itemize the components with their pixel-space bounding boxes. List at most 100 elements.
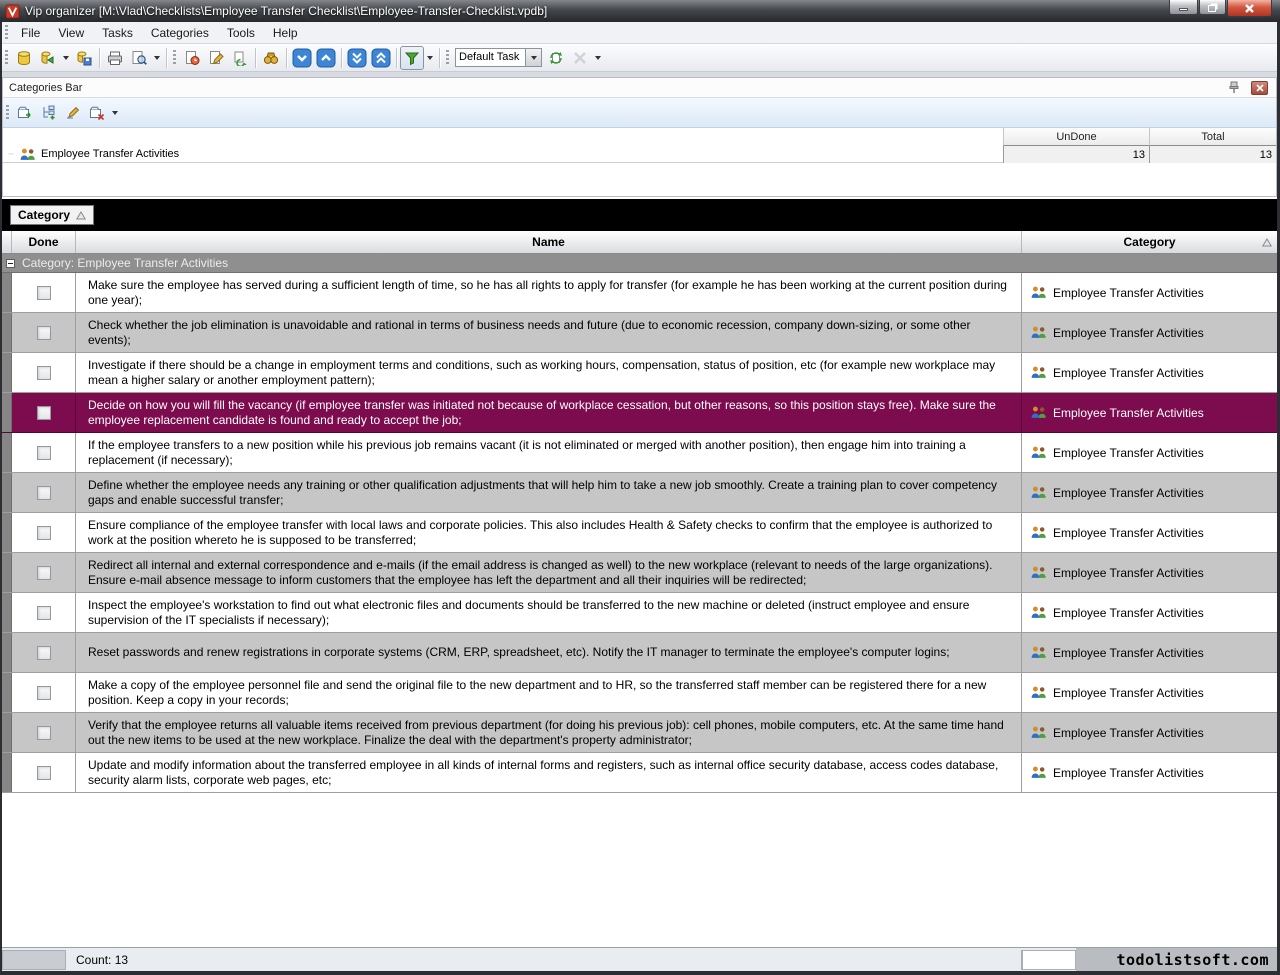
done-cell — [12, 513, 76, 552]
close-button[interactable] — [1227, 0, 1272, 17]
done-checkbox[interactable] — [37, 406, 51, 420]
done-checkbox[interactable] — [37, 526, 51, 540]
name-cell: Investigate if there should be a change … — [76, 353, 1022, 392]
done-cell — [12, 593, 76, 632]
task-row[interactable]: Verify that the employee returns all val… — [2, 713, 1277, 753]
tree-twig: ┈ — [3, 149, 19, 160]
task-row[interactable]: Inspect the employee's workstation to fi… — [2, 593, 1277, 633]
delete-task-button[interactable] — [568, 46, 592, 70]
apply-template-icon — [548, 50, 564, 66]
menu-file[interactable]: File — [12, 23, 49, 43]
category-group-row[interactable]: Category: Employee Transfer Activities — [2, 254, 1277, 273]
task-name: Make sure the employee has served during… — [88, 278, 1013, 308]
default-task-dropdown[interactable] — [525, 48, 542, 67]
toolbar-separator — [166, 48, 167, 68]
search-button[interactable] — [259, 46, 283, 70]
app-icon — [5, 4, 20, 19]
new-database-button[interactable] — [12, 46, 36, 70]
open-database-dropdown[interactable] — [63, 56, 69, 60]
done-checkbox[interactable] — [37, 726, 51, 740]
minimize-button[interactable] — [1169, 0, 1198, 15]
new-subcategory-icon — [41, 105, 57, 121]
task-row[interactable]: Redirect all internal and external corre… — [2, 553, 1277, 593]
done-checkbox[interactable] — [37, 446, 51, 460]
done-checkbox[interactable] — [37, 646, 51, 660]
undone-column-header[interactable]: UnDone — [1003, 128, 1149, 146]
task-row[interactable]: Make a copy of the employee personnel fi… — [2, 673, 1277, 713]
task-row[interactable]: If the employee transfers to a new posit… — [2, 433, 1277, 473]
move-to-top-button[interactable] — [369, 46, 393, 70]
task-row[interactable]: Reset passwords and renew registrations … — [2, 633, 1277, 673]
open-database-button[interactable] — [36, 46, 60, 70]
close-icon — [1244, 3, 1255, 14]
collapse-minus-icon[interactable] — [6, 259, 15, 268]
sort-ascending-icon — [76, 211, 86, 220]
edit-task-button[interactable] — [204, 46, 228, 70]
done-checkbox[interactable] — [37, 326, 51, 340]
task-name: Make a copy of the employee personnel fi… — [88, 678, 1013, 708]
print-preview-button[interactable] — [127, 46, 151, 70]
menu-help[interactable]: Help — [264, 23, 307, 43]
done-checkbox[interactable] — [37, 366, 51, 380]
task-name: Ensure compliance of the employee transf… — [88, 518, 1013, 548]
task-category-label: Employee Transfer Activities — [1053, 766, 1204, 780]
default-task-value[interactable]: Default Task — [455, 48, 525, 67]
name-cell: Make sure the employee has served during… — [76, 273, 1022, 312]
menu-tasks[interactable]: Tasks — [93, 23, 142, 43]
move-to-bottom-button[interactable] — [345, 46, 369, 70]
delete-dropdown[interactable] — [595, 56, 601, 60]
menu-tools[interactable]: Tools — [218, 23, 264, 43]
filter-button[interactable] — [400, 46, 424, 70]
group-by-category-chip[interactable]: Category — [10, 205, 94, 225]
database-icon — [16, 50, 32, 66]
task-row[interactable]: Investigate if there should be a change … — [2, 353, 1277, 393]
done-checkbox[interactable] — [37, 606, 51, 620]
pin-icon[interactable] — [1228, 81, 1240, 94]
new-subcategory-button[interactable] — [37, 101, 61, 125]
row-indicator-gutter — [2, 313, 12, 352]
apply-default-task-button[interactable] — [544, 46, 568, 70]
panel-close-button[interactable] — [1251, 81, 1268, 95]
filter-dropdown[interactable] — [427, 56, 433, 60]
duplicate-task-button[interactable] — [228, 46, 252, 70]
save-database-button[interactable] — [72, 46, 96, 70]
category-tree-row[interactable]: ┈ Employee Transfer Activities 13 13 — [3, 146, 1276, 163]
total-column-header[interactable]: Total — [1149, 128, 1276, 146]
categories-toolbar-dropdown[interactable] — [112, 111, 118, 115]
move-up-button[interactable] — [314, 46, 338, 70]
done-checkbox[interactable] — [37, 686, 51, 700]
new-task-button[interactable] — [180, 46, 204, 70]
print-button[interactable] — [103, 46, 127, 70]
task-table: Make sure the employee has served during… — [2, 273, 1277, 793]
done-column-header[interactable]: Done — [12, 231, 76, 253]
done-checkbox[interactable] — [37, 766, 51, 780]
done-checkbox[interactable] — [37, 286, 51, 300]
print-preview-dropdown[interactable] — [154, 56, 160, 60]
task-row[interactable]: Update and modify information about the … — [2, 753, 1277, 793]
name-column-header[interactable]: Name — [76, 231, 1022, 253]
watermark-link[interactable]: todolistsoft.com — [1076, 948, 1277, 971]
edit-category-button[interactable] — [61, 101, 85, 125]
task-row[interactable]: Ensure compliance of the employee transf… — [2, 513, 1277, 553]
move-down-button[interactable] — [290, 46, 314, 70]
restore-button[interactable] — [1199, 0, 1226, 15]
default-task-combo[interactable]: Default Task — [455, 48, 542, 67]
delete-category-button[interactable] — [85, 101, 109, 125]
task-row[interactable]: Decide on how you will fill the vacancy … — [2, 393, 1277, 433]
menu-categories[interactable]: Categories — [142, 23, 218, 43]
double-chevron-up-icon — [371, 48, 391, 68]
category-column-header[interactable]: Category — [1022, 231, 1277, 253]
binoculars-icon — [263, 50, 279, 66]
task-row[interactable]: Check whether the job elimination is una… — [2, 313, 1277, 353]
name-cell: Update and modify information about the … — [76, 753, 1022, 792]
done-checkbox[interactable] — [37, 486, 51, 500]
new-category-button[interactable] — [13, 101, 37, 125]
row-indicator-gutter — [2, 593, 12, 632]
minimize-icon — [1179, 8, 1188, 11]
done-checkbox[interactable] — [37, 566, 51, 580]
menu-view[interactable]: View — [49, 23, 93, 43]
category-cell: Employee Transfer Activities — [1022, 713, 1277, 752]
task-row[interactable]: Define whether the employee needs any tr… — [2, 473, 1277, 513]
task-row[interactable]: Make sure the employee has served during… — [2, 273, 1277, 313]
toolbar-separator — [439, 48, 440, 68]
